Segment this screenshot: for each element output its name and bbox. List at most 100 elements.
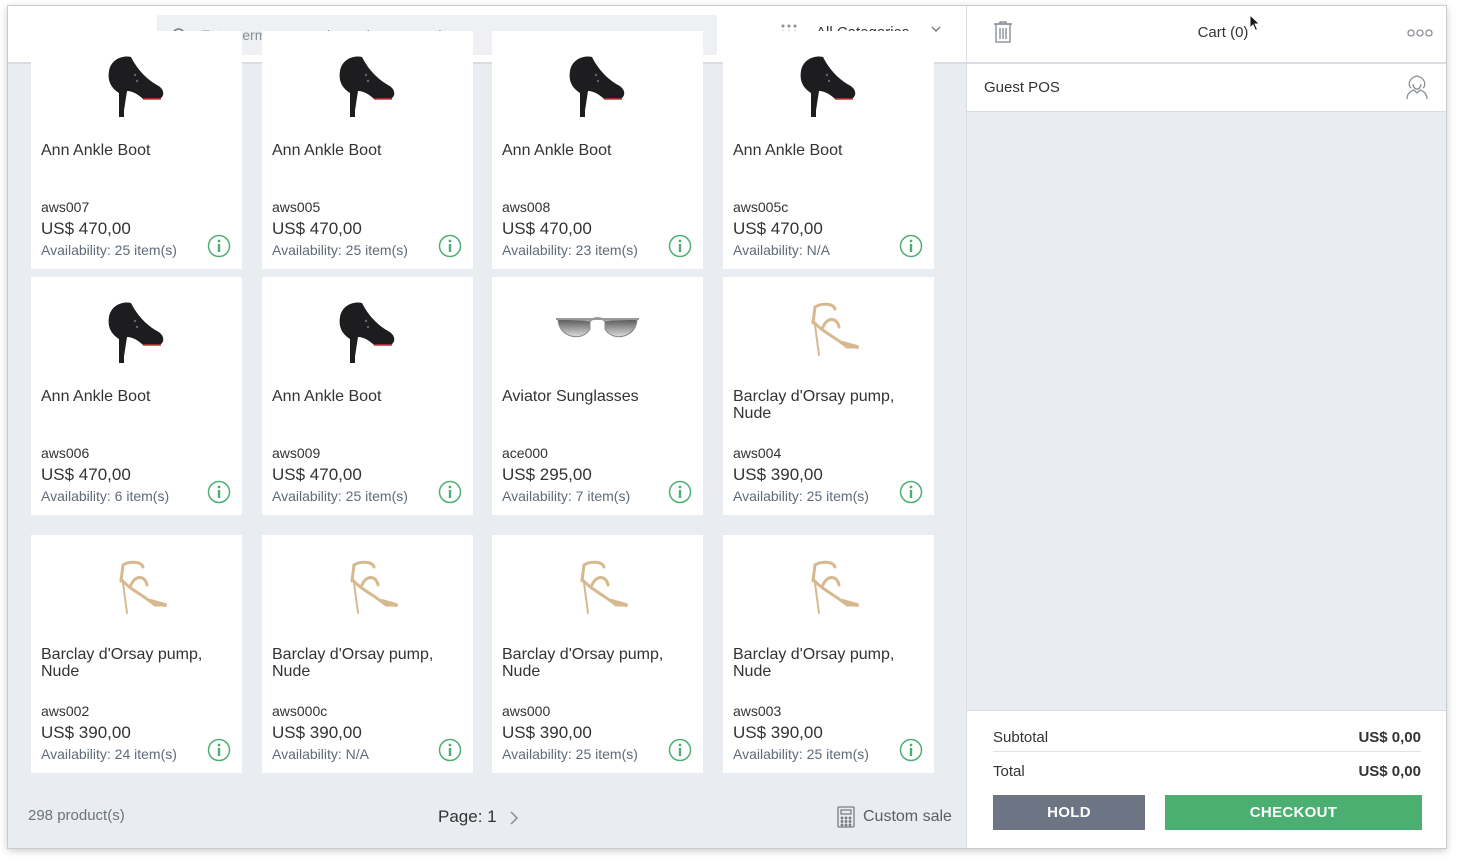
product-image — [723, 31, 934, 131]
product-grid: Ann Ankle Boot aws007 US$ 470,00 Availabili… — [8, 31, 966, 773]
product-image — [262, 535, 473, 635]
product-image — [31, 277, 242, 377]
product-price: US$ 390,00 — [733, 723, 823, 742]
product-price: US$ 390,00 — [502, 723, 592, 742]
product-image — [262, 277, 473, 377]
summary-divider — [993, 751, 1421, 752]
info-icon[interactable] — [668, 234, 692, 258]
product-sku: aws008 — [502, 199, 551, 215]
product-sku: aws007 — [41, 199, 90, 215]
product-image — [492, 535, 703, 635]
product-availability: Availability: 25 item(s) — [502, 746, 638, 762]
product-availability: Availability: 25 item(s) — [733, 488, 869, 504]
product-card[interactable]: Barclay d'Orsay pump, Nude aws000c US$ 390… — [262, 535, 473, 773]
product-availability: Availability: 24 item(s) — [41, 746, 177, 762]
product-name: Ann Ankle Boot — [502, 142, 612, 159]
info-icon[interactable] — [899, 738, 923, 762]
product-card[interactable]: Barclay d'Orsay pump, Nude aws004 US$ 390,… — [723, 277, 934, 515]
product-name: Barclay d'Orsay pump, Nude — [41, 646, 203, 680]
product-sku: aws004 — [733, 445, 782, 461]
page-label: Page: 1 — [438, 807, 497, 826]
product-price: US$ 470,00 — [502, 219, 592, 238]
customer-name: Guest POS — [984, 79, 1060, 96]
product-availability: Availability: 25 item(s) — [272, 488, 408, 504]
product-price: US$ 390,00 — [733, 465, 823, 484]
product-sku: aws005 — [272, 199, 321, 215]
info-icon[interactable] — [207, 234, 231, 258]
chevron-right-icon[interactable] — [508, 810, 520, 826]
info-icon[interactable] — [899, 234, 923, 258]
custom-sale-label: Custom sale — [863, 808, 952, 825]
info-icon[interactable] — [207, 738, 231, 762]
hold-button[interactable]: HOLD — [993, 795, 1145, 830]
product-name: Ann Ankle Boot — [272, 142, 382, 159]
product-availability: Availability: N/A — [733, 242, 831, 258]
product-name: Aviator Sunglasses — [502, 388, 639, 405]
product-name: Barclay d'Orsay pump, Nude — [733, 388, 895, 422]
product-card[interactable]: Aviator Sunglasses ace000 US$ 295,00 Availa… — [492, 277, 703, 515]
product-image — [723, 277, 934, 377]
product-count: 298 product(s) — [28, 807, 125, 824]
product-image — [492, 277, 703, 377]
product-name: Ann Ankle Boot — [733, 142, 843, 159]
info-icon[interactable] — [207, 480, 231, 504]
total-label: Total — [993, 763, 1025, 780]
product-name: Barclay d'Orsay pump, Nude — [272, 646, 434, 680]
cart-title: Cart (0) — [1197, 24, 1249, 41]
product-card[interactable]: Ann Ankle Boot aws005c US$ 470,00 Availabil… — [723, 31, 934, 269]
product-sku: aws009 — [272, 445, 321, 461]
product-availability: Availability: 6 item(s) — [41, 488, 170, 504]
product-availability: Availability: 25 item(s) — [41, 242, 177, 258]
subtotal-row: Subtotal US$ 0,00 — [993, 729, 1421, 746]
info-icon[interactable] — [438, 480, 462, 504]
cart-header: Cart (0) — [967, 6, 1446, 64]
product-name: Ann Ankle Boot — [41, 142, 151, 159]
product-price: US$ 390,00 — [41, 723, 131, 742]
cart-summary: Subtotal US$ 0,00 Total US$ 0,00 HOLD CH… — [967, 710, 1446, 848]
product-sku: aws005c — [733, 199, 789, 215]
product-name: Ann Ankle Boot — [41, 388, 151, 405]
more-icon[interactable] — [1407, 28, 1433, 38]
product-price: US$ 470,00 — [41, 219, 131, 238]
product-price: US$ 295,00 — [502, 465, 592, 484]
pager: Page: 1 — [438, 807, 519, 829]
customer-icon[interactable] — [1405, 74, 1429, 100]
customer-row[interactable]: Guest POS — [967, 64, 1446, 112]
product-name: Ann Ankle Boot — [272, 388, 382, 405]
info-icon[interactable] — [668, 480, 692, 504]
info-icon[interactable] — [438, 738, 462, 762]
mouse-cursor-icon — [1249, 14, 1261, 32]
product-image — [492, 31, 703, 131]
info-icon[interactable] — [668, 738, 692, 762]
product-name: Barclay d'Orsay pump, Nude — [733, 646, 895, 680]
product-card[interactable]: Ann Ankle Boot aws006 US$ 470,00 Availabili… — [31, 277, 242, 515]
product-availability: Availability: 7 item(s) — [502, 488, 631, 504]
product-card[interactable]: Ann Ankle Boot aws009 US$ 470,00 Availabili… — [262, 277, 473, 515]
product-price: US$ 390,00 — [272, 723, 362, 742]
product-card[interactable]: Ann Ankle Boot aws008 US$ 470,00 Availabili… — [492, 31, 703, 269]
checkout-button[interactable]: CHECKOUT — [1165, 795, 1422, 830]
info-icon[interactable] — [438, 234, 462, 258]
product-availability: Availability: 23 item(s) — [502, 242, 638, 258]
product-card[interactable]: Barclay d'Orsay pump, Nude aws002 US$ 390,… — [31, 535, 242, 773]
product-sku: aws006 — [41, 445, 90, 461]
product-name: Barclay d'Orsay pump, Nude — [502, 646, 664, 680]
product-sku: aws000c — [272, 703, 328, 719]
product-price: US$ 470,00 — [41, 465, 131, 484]
calculator-icon — [837, 806, 855, 828]
product-availability: Availability: 25 item(s) — [733, 746, 869, 762]
cart-panel: Cart (0) Guest POS Subtotal US$ 0,00 Tot… — [966, 6, 1446, 848]
product-card[interactable]: Barclay d'Orsay pump, Nude aws000 US$ 390,… — [492, 535, 703, 773]
product-price: US$ 470,00 — [272, 465, 362, 484]
product-sku: aws000 — [502, 703, 551, 719]
total-value: US$ 0,00 — [1358, 763, 1421, 780]
product-sku: ace000 — [502, 445, 548, 461]
product-price: US$ 470,00 — [272, 219, 362, 238]
product-sku: aws002 — [41, 703, 90, 719]
subtotal-value: US$ 0,00 — [1358, 729, 1421, 746]
product-card[interactable]: Barclay d'Orsay pump, Nude aws003 US$ 390,… — [723, 535, 934, 773]
info-icon[interactable] — [899, 480, 923, 504]
product-card[interactable]: Ann Ankle Boot aws007 US$ 470,00 Availabili… — [31, 31, 242, 269]
product-card[interactable]: Ann Ankle Boot aws005 US$ 470,00 Availabili… — [262, 31, 473, 269]
product-image — [723, 535, 934, 635]
